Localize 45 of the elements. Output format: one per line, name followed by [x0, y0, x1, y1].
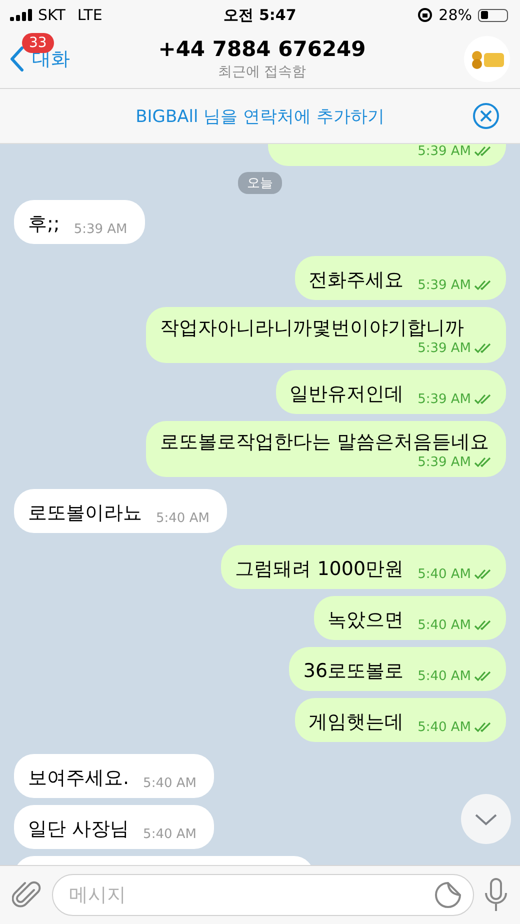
- battery-icon: [478, 8, 508, 22]
- message-text: 36로또볼로: [303, 659, 404, 684]
- message-text: 게임햇는데: [308, 710, 404, 735]
- message-text: 전화주세요: [308, 268, 404, 293]
- message-field[interactable]: 메시지: [52, 874, 474, 916]
- message-text: 작업자아니라니까몇번이야기합니까: [160, 316, 465, 341]
- chat-title: +44 7884 676249: [158, 37, 366, 61]
- scroll-down-icon[interactable]: [460, 793, 512, 845]
- message-text: 로또볼이라뇨: [28, 501, 142, 526]
- message-text: 녹았으면: [328, 608, 404, 633]
- message-time: 5:39 AM: [74, 222, 128, 237]
- add-contact-link[interactable]: BIGBAll 님을 연락처에 추가하기: [136, 104, 384, 128]
- network-type: LTE: [77, 6, 102, 24]
- message-time: 5:39 AM: [418, 455, 471, 470]
- avatar-icon[interactable]: [464, 36, 510, 82]
- message-time: 5:40 AM: [418, 669, 471, 684]
- message-time: 5:39 AM: [418, 278, 471, 293]
- message-time: 5:39 AM: [418, 392, 471, 407]
- rotation-lock-icon: [416, 7, 433, 23]
- close-icon[interactable]: [472, 102, 500, 130]
- message-time: 5:40 AM: [143, 776, 196, 791]
- message-time: 5:40 AM: [143, 827, 196, 842]
- message-time: 5:40 AM: [418, 618, 471, 633]
- sticker-icon[interactable]: [434, 881, 462, 909]
- message-time: 5:39 AM: [418, 341, 471, 356]
- message-text: 로또볼로작업한다는 말씀은처음듣네요: [160, 430, 490, 455]
- message-text: 후;;: [28, 212, 60, 237]
- unread-badge: 33: [22, 33, 54, 53]
- carrier-name: SKT: [38, 6, 66, 24]
- date-label: 오늘: [238, 172, 282, 194]
- signal-icon: [10, 9, 32, 21]
- back-icon[interactable]: [10, 46, 24, 72]
- message-time: 5:40 AM: [418, 720, 471, 735]
- message-text: 그럼돼려 1000만원: [235, 557, 404, 582]
- attach-icon[interactable]: [12, 880, 42, 910]
- message-text: 보여주세요.: [28, 766, 130, 791]
- message-text: 일반유저인데: [290, 382, 404, 407]
- microphone-icon[interactable]: [484, 877, 508, 913]
- message-time: 5:40 AM: [418, 567, 471, 582]
- message-time: 5:40 AM: [156, 511, 210, 526]
- clock-time: 오전 5:47: [224, 6, 296, 24]
- message-text: 일단 사장님: [28, 817, 130, 842]
- last-seen-status: 최근에 접속함: [218, 63, 306, 81]
- battery-percent: 28%: [438, 6, 472, 24]
- message-time: 5:39 AM: [418, 144, 471, 159]
